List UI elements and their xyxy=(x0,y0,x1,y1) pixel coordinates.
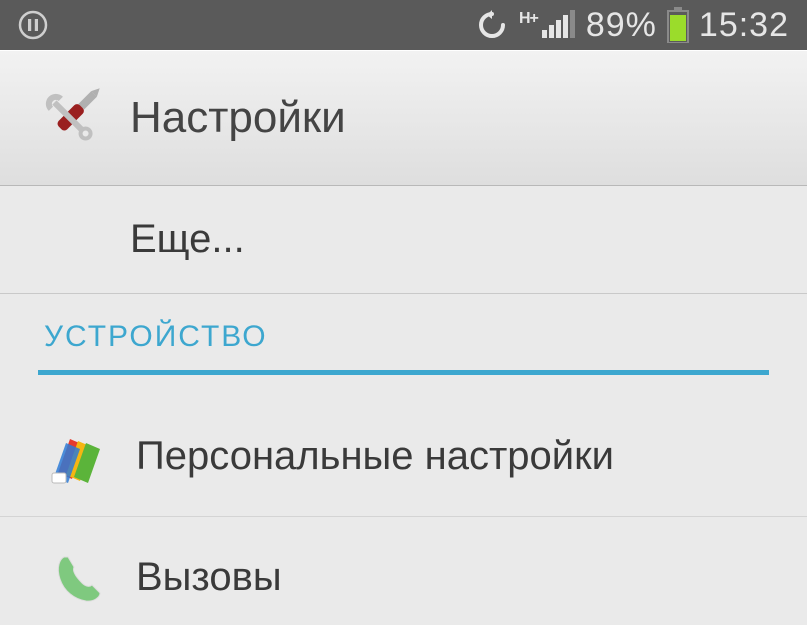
battery-percent: 89% xyxy=(586,6,657,45)
phone-icon xyxy=(50,549,106,605)
status-bar: H+ 89% 15:32 xyxy=(0,0,807,50)
row-calls[interactable]: Вызовы xyxy=(0,517,807,625)
app-header: Настройки xyxy=(0,50,807,186)
row-more-label: Еще... xyxy=(130,217,245,262)
content: Еще... УСТРОЙСТВО Персональные настройки… xyxy=(0,186,807,625)
page-title: Настройки xyxy=(130,93,346,143)
settings-tools-icon xyxy=(34,82,106,154)
sync-icon xyxy=(475,10,509,40)
row-personal-label: Персональные настройки xyxy=(136,434,614,479)
status-left xyxy=(18,10,48,40)
signal-icon xyxy=(542,10,576,40)
network-type-label: H+ xyxy=(519,10,538,28)
section-divider xyxy=(38,370,769,375)
row-calls-label: Вызовы xyxy=(136,555,282,600)
pause-icon xyxy=(18,10,48,40)
personalization-icon xyxy=(50,429,106,485)
battery-icon xyxy=(667,7,689,43)
row-personal-settings[interactable]: Персональные настройки xyxy=(0,397,807,517)
clock: 15:32 xyxy=(699,6,789,45)
row-more[interactable]: Еще... xyxy=(0,186,807,294)
section-header-device: УСТРОЙСТВО xyxy=(0,294,807,364)
status-right: H+ 89% 15:32 xyxy=(475,6,789,45)
